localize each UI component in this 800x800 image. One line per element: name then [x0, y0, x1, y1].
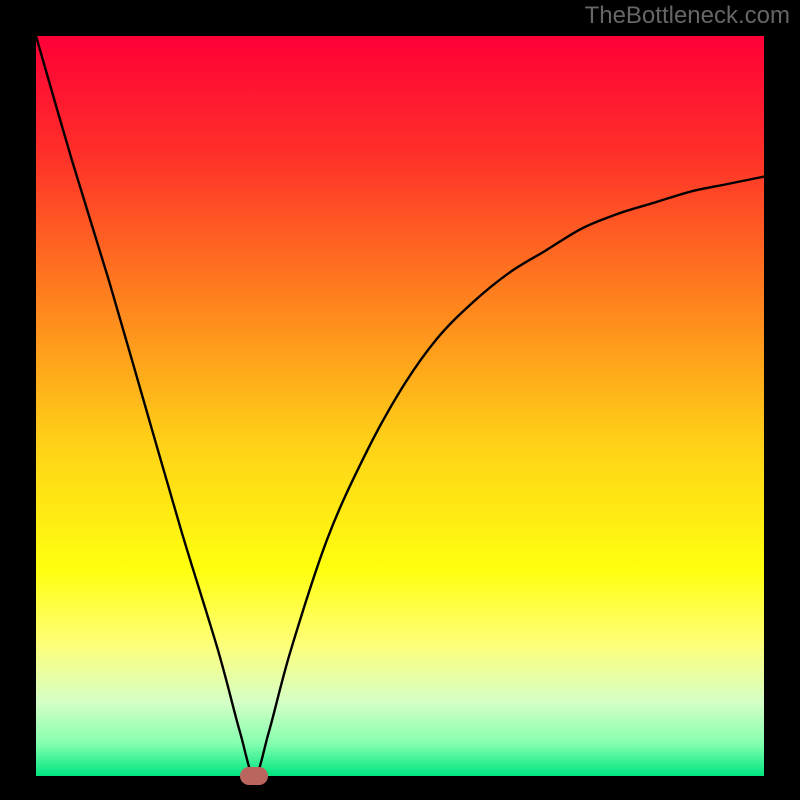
bottleneck-chart	[36, 36, 764, 776]
optimum-marker	[240, 767, 268, 785]
watermark-text: TheBottleneck.com	[585, 2, 790, 30]
chart-frame: TheBottleneck.com	[0, 0, 800, 800]
